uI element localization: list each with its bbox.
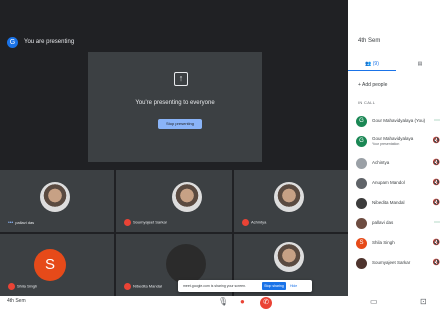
hang-up-button[interactable]: ✆ xyxy=(260,297,272,309)
participant-avatar: G xyxy=(356,116,367,127)
hide-link[interactable]: Hide xyxy=(290,280,297,292)
mic-icon[interactable]: 🎙 xyxy=(218,296,228,308)
presentation-panel: ↑ You're presenting to everyone Stop pre… xyxy=(88,52,262,162)
participant-avatar xyxy=(356,218,367,229)
participant-name: Achintya xyxy=(372,160,390,165)
participant-row[interactable]: S Shila Singh 🔇 xyxy=(356,236,442,252)
tab-people[interactable]: 👥 (9) xyxy=(348,58,396,71)
mic-off-icon: 🔇 xyxy=(432,260,440,266)
sidebar-footer: ▭ ⊡ xyxy=(348,296,445,308)
participant-row[interactable]: pallavi das ⋯ xyxy=(356,216,442,232)
present-icon[interactable]: ⊡ xyxy=(420,296,427,308)
meeting-name[interactable]: 4th Sem xyxy=(7,298,26,304)
bottom-controls: 4th Sem 🎙 ● ✆ xyxy=(0,296,348,309)
meeting-stage: G You are presenting ↑ You're presenting… xyxy=(0,0,348,308)
participant-name: Gour Mahavidyalaya (You) xyxy=(372,118,426,123)
presenting-bar: G You are presenting xyxy=(0,36,348,48)
more-dots-icon[interactable]: ⋯ xyxy=(434,219,440,226)
account-avatar[interactable]: G xyxy=(7,37,18,48)
mic-off-icon: 🔇 xyxy=(432,160,440,166)
participant-name: Shila Singh xyxy=(372,240,395,245)
participant-name: Soumyajeet Sarkar xyxy=(372,260,411,265)
mic-off-icon xyxy=(124,283,131,290)
participant-name: Nibedita Mandal xyxy=(372,200,405,205)
participant-name: pallavi das xyxy=(15,220,35,225)
participant-avatar xyxy=(356,178,367,189)
more-dots-icon[interactable]: ⋯ xyxy=(434,117,440,124)
presenting-label: You are presenting xyxy=(24,39,75,45)
participant-name: Shila Singh xyxy=(17,283,38,289)
participant-avatar: S xyxy=(356,238,367,249)
presenting-message: You're presenting to everyone xyxy=(135,100,215,106)
participant-row[interactable]: Achintya 🔇 xyxy=(356,156,442,172)
in-call-label: IN CALL xyxy=(358,100,376,105)
sidebar-title: 4th Sem xyxy=(358,38,381,44)
participant-avatar xyxy=(356,198,367,209)
participant-tile[interactable]: S Shila Singh xyxy=(0,234,114,296)
participant-avatar: S xyxy=(34,249,66,281)
participant-photo xyxy=(166,244,206,284)
participants-sidebar: 4th Sem 👥 (9) ▤ + Add people IN CALL G Go… xyxy=(348,0,445,308)
participant-name: Achintya xyxy=(251,219,267,225)
captions-icon[interactable]: ▭ xyxy=(370,296,378,308)
mic-off-icon xyxy=(124,219,131,226)
mic-off-icon: 🔇 xyxy=(432,180,440,186)
participant-row[interactable]: G Gour Mahavidyalaya (You) ⋯ xyxy=(356,114,442,130)
participant-tile[interactable]: Achintya xyxy=(234,170,348,232)
participant-tile[interactable]: Soumyajeet Sarkar xyxy=(116,170,232,232)
add-person-icon: + xyxy=(358,82,361,88)
participant-row[interactable]: Soumyajeet Sarkar 🔇 xyxy=(356,256,442,272)
participant-row[interactable]: Anupam Mandol 🔇 xyxy=(356,176,442,192)
add-people-button[interactable]: + Add people xyxy=(358,82,387,88)
participant-photo xyxy=(172,182,202,212)
sidebar-tabs: 👥 (9) ▤ xyxy=(348,58,445,72)
participant-name: pallavi das xyxy=(372,220,394,225)
participant-name: Soumyajeet Sarkar xyxy=(133,219,168,225)
stop-sharing-button[interactable]: Stop sharing xyxy=(262,282,286,290)
participant-row[interactable]: Nibedita Mandal 🔇 xyxy=(356,196,442,212)
participant-name: Anupam Mandol xyxy=(372,180,405,185)
tab-chat[interactable]: ▤ xyxy=(396,58,444,70)
present-to-all-icon: ↑ xyxy=(174,72,188,86)
participant-avatar: G xyxy=(356,136,367,147)
mic-off-icon: 🔇 xyxy=(432,200,440,206)
participant-tile[interactable]: ••• pallavi das xyxy=(0,170,114,232)
participant-name: Gour Mahavidyalaya xyxy=(372,136,414,141)
people-icon: 👥 xyxy=(365,61,372,67)
camera-off-icon[interactable]: ● xyxy=(240,296,245,308)
participant-avatar xyxy=(356,258,367,269)
participant-sub: Your presentation xyxy=(372,142,400,146)
mic-off-icon: 🔇 xyxy=(432,138,440,144)
mic-off-icon: 🔇 xyxy=(432,240,440,246)
more-dots-icon[interactable]: ••• xyxy=(8,220,13,226)
participant-photo xyxy=(274,242,304,272)
screen-share-toast: meet.google.com is sharing your screen. … xyxy=(178,280,312,292)
participant-name: Nibedita Mandal xyxy=(133,283,162,289)
chat-icon: ▤ xyxy=(417,61,423,67)
share-message: meet.google.com is sharing your screen. xyxy=(183,284,247,288)
stop-presenting-button[interactable]: Stop presenting xyxy=(158,119,202,129)
mic-off-icon xyxy=(242,219,249,226)
mic-off-icon xyxy=(8,283,15,290)
participant-photo xyxy=(274,182,304,212)
participant-photo xyxy=(40,182,70,212)
participant-row[interactable]: G Gour Mahavidyalaya Your presentation 🔇 xyxy=(356,134,442,150)
participant-avatar xyxy=(356,158,367,169)
